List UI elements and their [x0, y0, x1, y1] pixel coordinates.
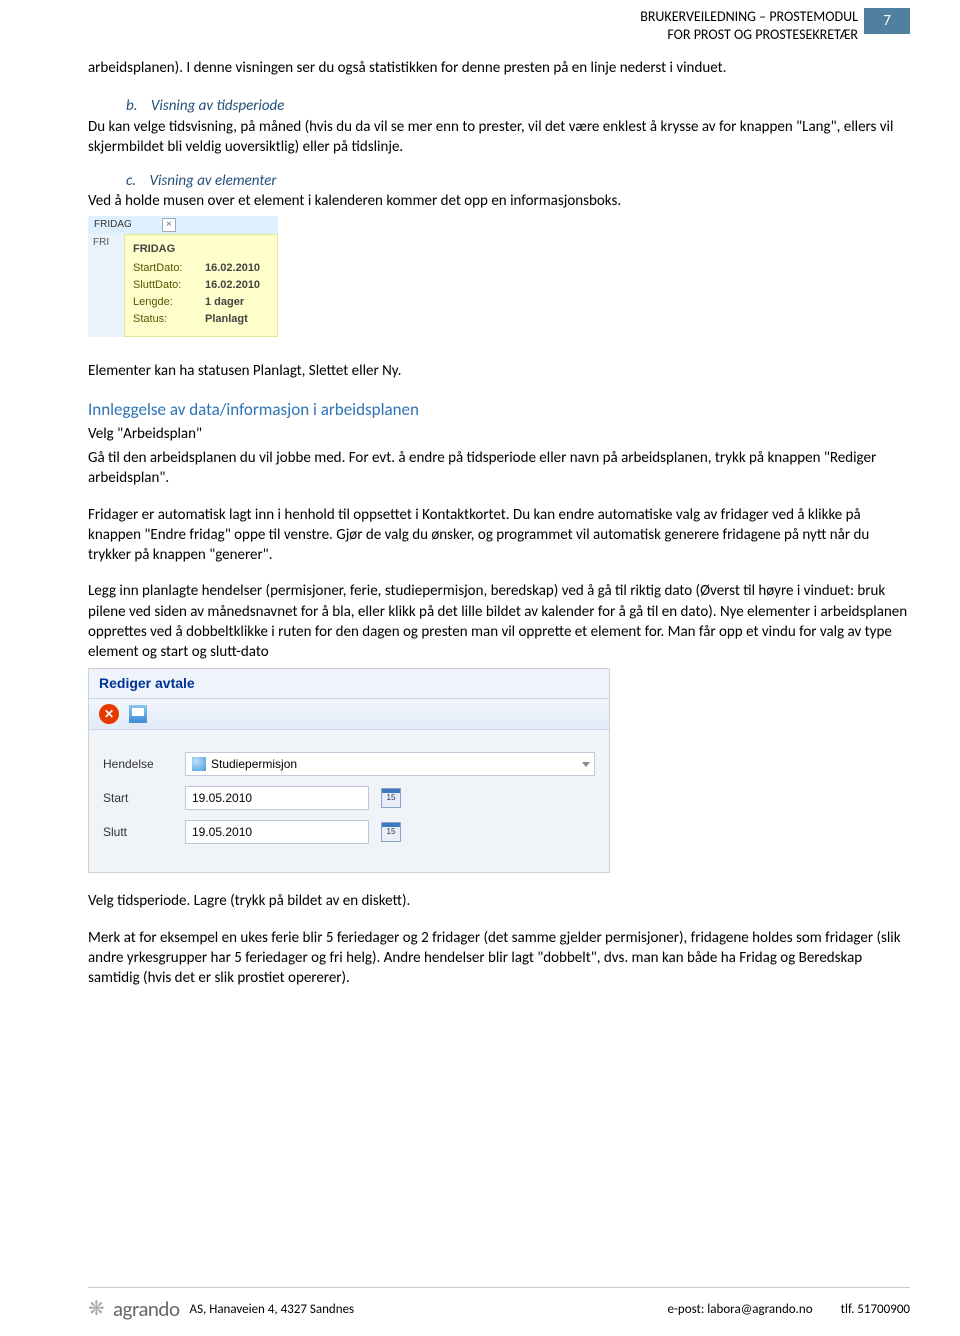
section-c-heading: c. Visning av elementer [126, 171, 910, 191]
tooltip-label: StartDato: [133, 261, 205, 276]
header-line1: BRUKERVEILEDNING – PROSTEMODUL [640, 8, 858, 26]
tooltip-value: 16.02.2010 [205, 261, 260, 276]
calendar-icon[interactable]: 15 [381, 788, 401, 808]
section-b-body: Du kan velge tidsvisning, på måned (hvis… [88, 117, 910, 158]
tooltip-label: Status: [133, 312, 205, 327]
tooltip-row: Lengde: 1 dager [133, 295, 269, 310]
edit-dialog-figure: Rediger avtale Hendelse Studiepermisjon … [88, 668, 610, 873]
after-dialog-p1: Velg tidsperiode. Lagre (trykk på bildet… [88, 891, 910, 911]
dialog-toolbar [89, 699, 609, 730]
innleggelse-p1: Velg "Arbeidsplan" [88, 424, 910, 444]
cancel-icon[interactable] [99, 704, 119, 724]
form-row-start: Start 19.05.2010 15 [103, 786, 595, 810]
footer-logo-text: agrando [113, 1296, 180, 1322]
label-start: Start [103, 790, 173, 806]
footer-address: AS, Hanaveien 4, 4327 Sandnes [190, 1302, 355, 1317]
list-letter-b: b. [126, 97, 138, 115]
page-number-badge: 7 [864, 8, 910, 34]
footer-email: e-post: labora@agrando.no [667, 1302, 812, 1317]
label-slutt: Slutt [103, 824, 173, 840]
form-row-slutt: Slutt 19.05.2010 15 [103, 820, 595, 844]
calendar-icon[interactable]: 15 [381, 822, 401, 842]
innleggelse-p2: Gå til den arbeidsplanen du vil jobbe me… [88, 448, 910, 489]
tooltip-value: 1 dager [205, 295, 244, 310]
footer-phone: tlf. 51700900 [841, 1302, 910, 1317]
date-input-start[interactable]: 19.05.2010 [185, 786, 369, 810]
dropdown-hendelse[interactable]: Studiepermisjon [185, 752, 595, 776]
page-header: BRUKERVEILEDNING – PROSTEMODUL FOR PROST… [640, 8, 910, 44]
permission-icon [192, 757, 206, 771]
tooltip-header-bar: FRIDAG × [88, 216, 278, 234]
after-tooltip-text: Elementer kan ha statusen Planlagt, Slet… [88, 361, 910, 381]
tooltip-label: Lengde: [133, 295, 205, 310]
tooltip-header-label: FRIDAG [94, 218, 132, 232]
tooltip-row: Status: Planlagt [133, 312, 269, 327]
tooltip-label: SluttDato: [133, 278, 205, 293]
label-hendelse: Hendelse [103, 756, 173, 772]
logo-icon [88, 1299, 108, 1319]
section-c-body: Ved å holde musen over et element i kale… [88, 191, 910, 211]
innleggelse-p3: Fridager er automatisk lagt inn i henhol… [88, 505, 910, 566]
tooltip-title: FRIDAG [133, 242, 269, 257]
section-c-title: Visning av elementer [149, 172, 276, 190]
section-b-title: Visning av tidsperiode [151, 97, 285, 115]
intro-paragraph: arbeidsplanen). I denne visningen ser du… [88, 58, 910, 78]
document-page: BRUKERVEILEDNING – PROSTEMODUL FOR PROST… [0, 0, 960, 1336]
page-footer: agrando AS, Hanaveien 4, 4327 Sandnes e-… [88, 1287, 910, 1322]
dropdown-value: Studiepermisjon [211, 756, 297, 772]
tooltip-body: FRIDAG StartDato: 16.02.2010 SluttDato: … [124, 234, 278, 337]
date-input-slutt[interactable]: 19.05.2010 [185, 820, 369, 844]
tooltip-row: StartDato: 16.02.2010 [133, 261, 269, 276]
dialog-title: Rediger avtale [89, 669, 609, 699]
close-icon[interactable]: × [162, 218, 176, 232]
section-b-heading: b. Visning av tidsperiode [126, 96, 910, 116]
tooltip-figure: FRIDAG × FRI FRIDAG StartDato: 16.02.201… [88, 216, 278, 337]
after-dialog-p2: Merk at for eksempel en ukes ferie blir … [88, 928, 910, 989]
date-value: 19.05.2010 [192, 790, 252, 806]
header-title: BRUKERVEILEDNING – PROSTEMODUL FOR PROST… [640, 8, 858, 44]
list-letter-c: c. [126, 172, 136, 190]
header-line2: FOR PROST OG PROSTESEKRETÆR [640, 26, 858, 44]
document-body: arbeidsplanen). I denne visningen ser du… [88, 8, 910, 988]
footer-logo: agrando [88, 1296, 180, 1322]
dialog-form: Hendelse Studiepermisjon Start 19.05.201… [89, 730, 609, 872]
tooltip-value: Planlagt [205, 312, 248, 327]
tooltip-value: 16.02.2010 [205, 278, 260, 293]
innleggelse-heading: Innleggelse av data/informasjon i arbeid… [88, 399, 910, 422]
tooltip-side-label: FRI [88, 234, 124, 337]
form-row-hendelse: Hendelse Studiepermisjon [103, 752, 595, 776]
date-value: 19.05.2010 [192, 824, 252, 840]
chevron-down-icon [582, 762, 590, 767]
innleggelse-p4: Legg inn planlagte hendelser (permisjone… [88, 581, 910, 662]
tooltip-row: SluttDato: 16.02.2010 [133, 278, 269, 293]
save-icon[interactable] [129, 705, 147, 723]
